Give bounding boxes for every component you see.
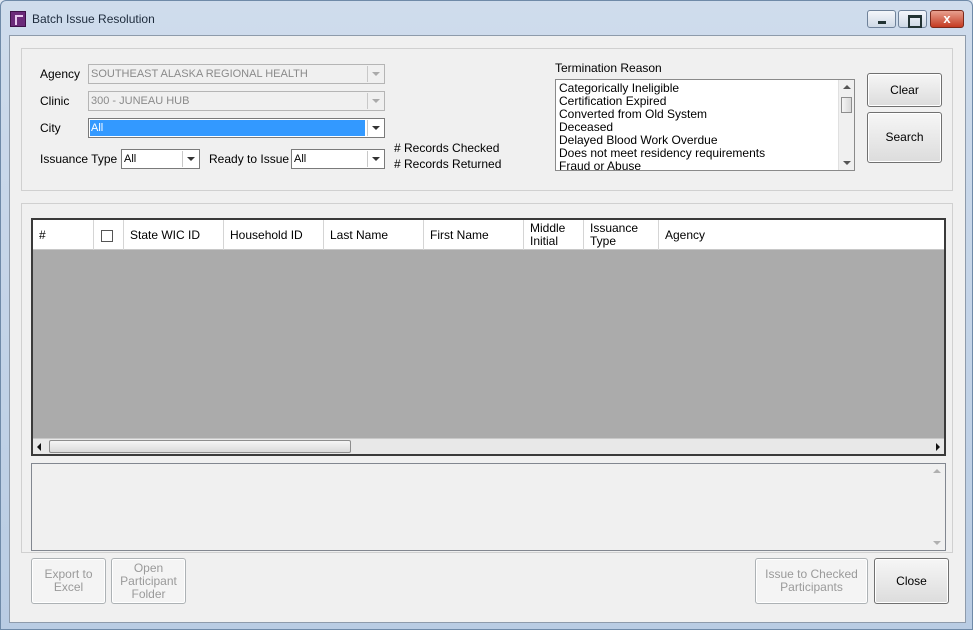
list-item[interactable]: Does not meet residency requirements	[559, 146, 765, 160]
grid-header: # State WIC ID Household ID Last Name Fi…	[33, 220, 944, 250]
issuance-type-label: Issuance Type	[40, 152, 118, 166]
scroll-right-icon[interactable]	[936, 443, 940, 451]
chevron-down-icon	[367, 93, 383, 109]
column-header-last-name[interactable]: Last Name	[324, 220, 424, 250]
issue-to-checked-participants-button[interactable]: Issue to Checked Participants	[755, 558, 868, 604]
scroll-up-icon[interactable]	[933, 469, 941, 473]
column-header-household-id[interactable]: Household ID	[224, 220, 324, 250]
grid-horizontal-scrollbar[interactable]	[33, 438, 944, 454]
city-select[interactable]: All	[88, 118, 385, 138]
column-header-agency[interactable]: Agency	[659, 220, 944, 250]
open-participant-folder-label: Open Participant Folder	[120, 560, 177, 601]
column-header-middle-initial[interactable]: Middle Initial	[524, 220, 584, 250]
records-returned-label: # Records Returned	[394, 157, 502, 171]
maximize-button[interactable]	[898, 10, 927, 28]
agency-label: Agency	[40, 67, 81, 81]
window-title: Batch Issue Resolution	[32, 12, 155, 26]
ready-to-issue-value: All	[294, 153, 307, 165]
issuance-type-value: All	[124, 153, 137, 165]
list-item[interactable]: Certification Expired	[559, 94, 666, 108]
scroll-thumb[interactable]	[49, 440, 351, 453]
agency-select: SOUTHEAST ALASKA REGIONAL HEALTH	[88, 64, 385, 84]
clear-button-label: Clear	[890, 82, 919, 97]
select-all-checkbox[interactable]	[101, 230, 113, 242]
scroll-down-icon[interactable]	[933, 541, 941, 545]
search-button-label: Search	[885, 130, 924, 144]
termination-reason-label: Termination Reason	[555, 61, 662, 75]
column-header-select[interactable]	[94, 220, 124, 250]
title-bar[interactable]: Batch Issue Resolution x	[1, 1, 972, 35]
termination-reason-list[interactable]: Categorically Ineligible Certification E…	[555, 79, 855, 171]
clinic-value: 300 - JUNEAU HUB	[91, 95, 190, 107]
export-to-excel-button[interactable]: Export to Excel	[31, 558, 106, 604]
message-textarea[interactable]	[31, 463, 946, 551]
scroll-thumb[interactable]	[841, 97, 852, 113]
results-grid[interactable]: # State WIC ID Household ID Last Name Fi…	[31, 218, 946, 456]
issue-to-checked-label: Issue to Checked Participants	[765, 567, 858, 594]
list-item[interactable]: Converted from Old System	[559, 107, 707, 121]
results-group: # State WIC ID Household ID Last Name Fi…	[21, 203, 953, 553]
city-value: All	[90, 120, 365, 136]
column-header-first-name[interactable]: First Name	[424, 220, 524, 250]
chevron-down-icon[interactable]	[367, 151, 383, 167]
termination-list-scrollbar[interactable]	[838, 80, 854, 170]
textarea-scrollbar[interactable]	[929, 464, 945, 550]
window: Batch Issue Resolution x Agency SOUTHEAS…	[0, 0, 973, 630]
ready-to-issue-label: Ready to Issue	[209, 152, 290, 166]
close-button-label: Close	[896, 573, 927, 588]
export-to-excel-label: Export to Excel	[44, 567, 93, 594]
chevron-down-icon[interactable]	[367, 120, 383, 136]
close-icon: x	[943, 11, 951, 26]
agency-value: SOUTHEAST ALASKA REGIONAL HEALTH	[91, 68, 308, 80]
ready-to-issue-select[interactable]: All	[291, 149, 385, 169]
close-button[interactable]: Close	[874, 558, 949, 604]
issuance-type-select[interactable]: All	[121, 149, 200, 169]
chevron-down-icon	[367, 66, 383, 82]
scroll-left-icon[interactable]	[37, 443, 41, 451]
minimize-button[interactable]	[867, 10, 896, 28]
list-item[interactable]: Delayed Blood Work Overdue	[559, 133, 718, 147]
clear-button[interactable]: Clear	[867, 73, 942, 107]
search-button[interactable]: Search	[867, 112, 942, 163]
records-checked-label: # Records Checked	[394, 141, 500, 155]
list-item[interactable]: Deceased	[559, 120, 613, 134]
column-header-number[interactable]: #	[33, 220, 94, 250]
close-window-button[interactable]: x	[930, 10, 964, 28]
client-area: Agency SOUTHEAST ALASKA REGIONAL HEALTH …	[9, 35, 966, 623]
city-label: City	[40, 121, 61, 135]
column-header-state-wic-id[interactable]: State WIC ID	[124, 220, 224, 250]
clinic-select: 300 - JUNEAU HUB	[88, 91, 385, 111]
chevron-down-icon[interactable]	[182, 151, 198, 167]
scroll-down-icon[interactable]	[843, 161, 851, 165]
scroll-up-icon[interactable]	[843, 85, 851, 89]
app-icon	[10, 11, 26, 27]
column-header-issuance-type[interactable]: Issuance Type	[584, 220, 659, 250]
list-item[interactable]: Categorically Ineligible	[559, 81, 679, 95]
clinic-label: Clinic	[40, 94, 70, 108]
open-participant-folder-button[interactable]: Open Participant Folder	[111, 558, 186, 604]
filter-group: Agency SOUTHEAST ALASKA REGIONAL HEALTH …	[21, 48, 953, 191]
list-item[interactable]: Fraud or Abuse	[559, 159, 641, 170]
